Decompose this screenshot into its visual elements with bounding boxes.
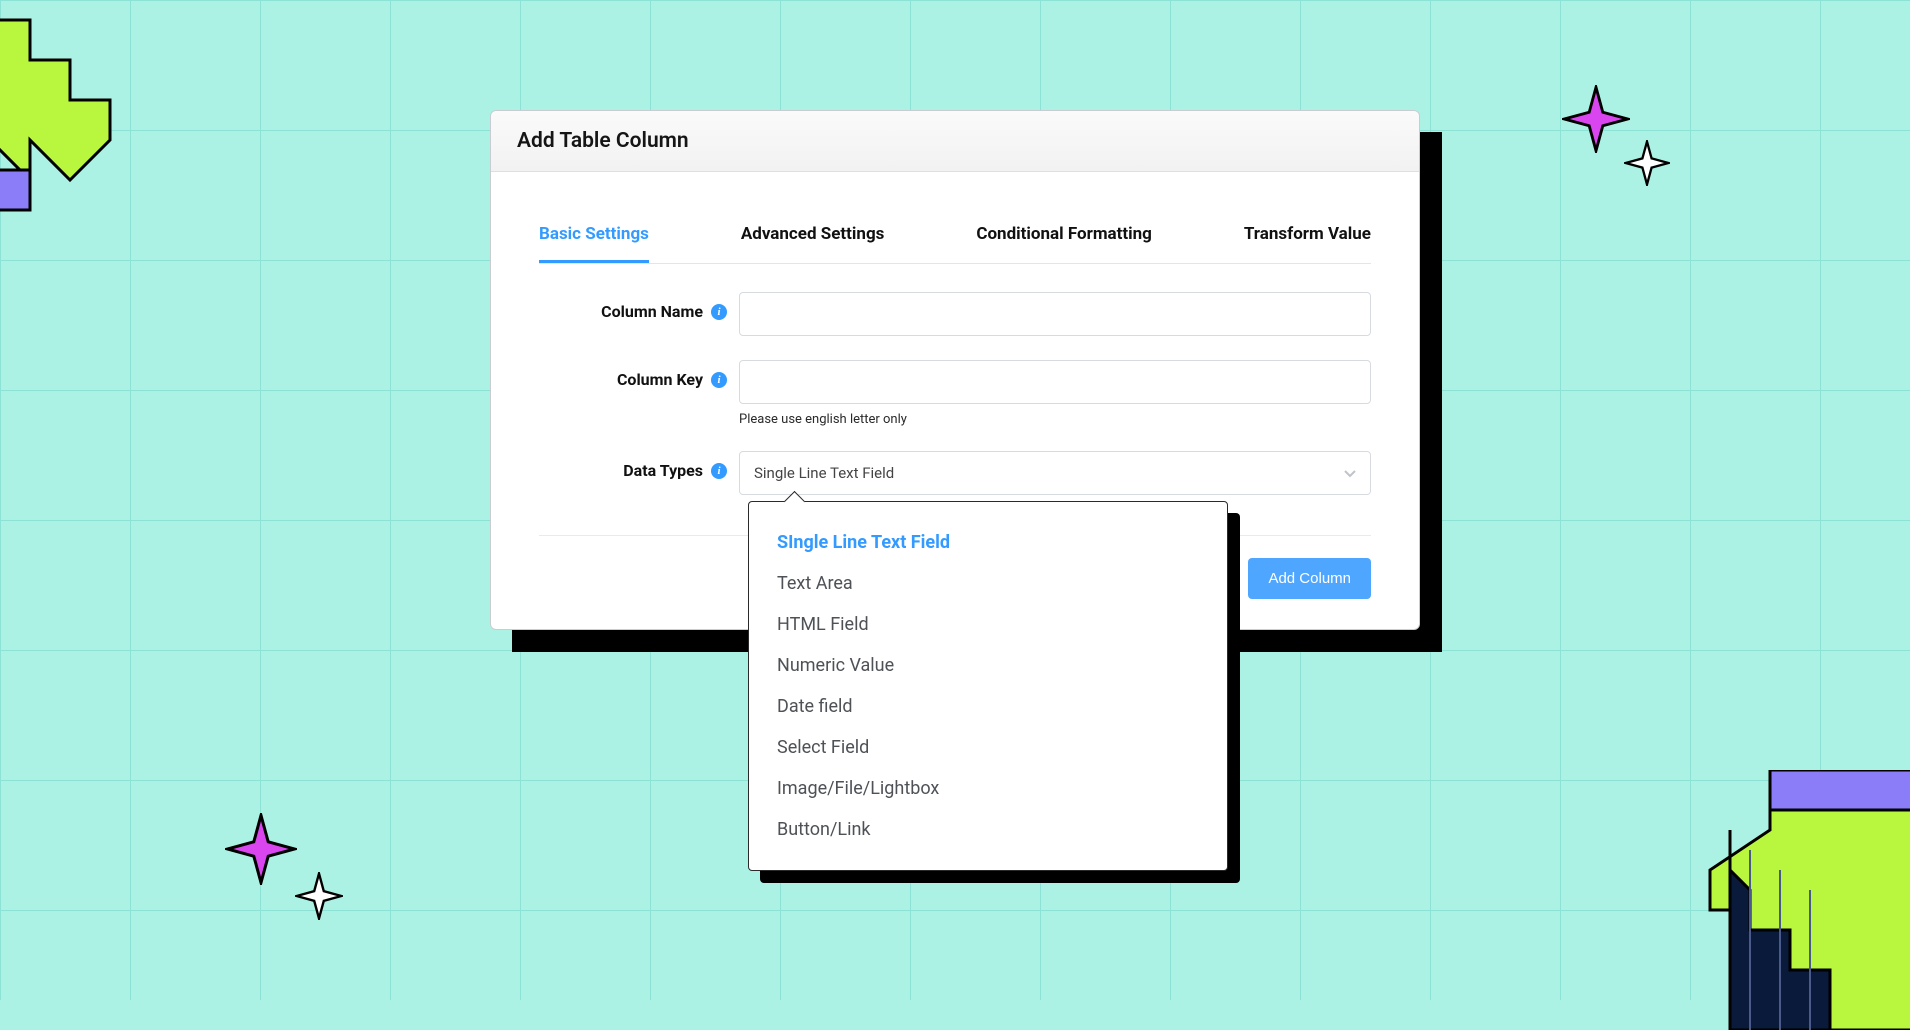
data-types-select[interactable]: Single Line Text Field: [739, 451, 1371, 495]
tab-conditional-formatting[interactable]: Conditional Formatting: [976, 214, 1152, 263]
column-name-label: Column Name: [601, 302, 703, 321]
column-name-input[interactable]: [739, 292, 1371, 336]
tab-basic-settings[interactable]: Basic Settings: [539, 214, 649, 263]
modal-tabs: Basic Settings Advanced Settings Conditi…: [539, 214, 1371, 264]
dropdown-option[interactable]: Select Field: [749, 727, 1227, 768]
decoration-bottom-right: [1650, 770, 1910, 1030]
data-types-value: Single Line Text Field: [754, 464, 894, 482]
data-types-dropdown: SIngle Line Text Field Text Area HTML Fi…: [748, 501, 1228, 871]
info-icon[interactable]: i: [711, 372, 727, 388]
chevron-down-icon: [1344, 464, 1356, 482]
dropdown-option[interactable]: HTML Field: [749, 604, 1227, 645]
sparkle-icon: [295, 872, 343, 920]
add-table-column-modal: Add Table Column Basic Settings Advanced…: [490, 110, 1420, 630]
dropdown-option[interactable]: Text Area: [749, 563, 1227, 604]
add-column-button[interactable]: Add Column: [1248, 558, 1371, 599]
data-types-label: Data Types: [623, 461, 703, 480]
tab-transform-value[interactable]: Transform Value: [1244, 214, 1371, 263]
info-icon[interactable]: i: [711, 304, 727, 320]
modal-title: Add Table Column: [491, 111, 1419, 172]
column-key-label: Column Key: [617, 370, 703, 389]
dropdown-option[interactable]: Image/File/Lightbox: [749, 768, 1227, 809]
column-key-input[interactable]: [739, 360, 1371, 404]
dropdown-option[interactable]: Numeric Value: [749, 645, 1227, 686]
dropdown-option[interactable]: SIngle Line Text Field: [749, 522, 1227, 563]
dropdown-option[interactable]: Button/Link: [749, 809, 1227, 850]
sparkle-icon: [1562, 85, 1630, 153]
info-icon[interactable]: i: [711, 463, 727, 479]
sparkle-icon: [1624, 140, 1670, 186]
sparkle-icon: [225, 813, 297, 885]
column-key-help: Please use english letter only: [739, 412, 1371, 427]
decoration-top-left: [0, 0, 200, 240]
tab-advanced-settings[interactable]: Advanced Settings: [741, 214, 885, 263]
dropdown-option[interactable]: Date field: [749, 686, 1227, 727]
